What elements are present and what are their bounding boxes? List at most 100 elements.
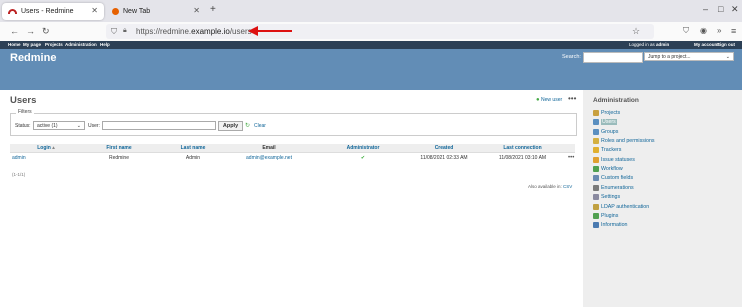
user-email-link[interactable]: admin@example.net: [230, 153, 308, 163]
sidebar-item-roles-and-permissions[interactable]: Roles and permissions: [593, 138, 655, 145]
column-login[interactable]: Login ▴: [10, 144, 82, 153]
tab-new-tab[interactable]: New Tab ✕: [106, 3, 206, 20]
sidebar-item-projects[interactable]: Projects: [593, 110, 620, 116]
logged-in-user-link[interactable]: admin: [656, 42, 669, 47]
chevron-down-icon: ⌄: [725, 54, 730, 60]
projects-icon: [593, 110, 599, 116]
extensions-icon[interactable]: »: [717, 26, 721, 35]
apply-button[interactable]: Apply: [218, 121, 243, 131]
sidebar-item-custom-fields[interactable]: Custom fields: [593, 175, 633, 182]
sidebar-item-enumerations[interactable]: Enumerations: [593, 184, 634, 191]
app-title: Redmine: [10, 52, 57, 64]
close-window-icon[interactable]: ✕: [731, 4, 739, 15]
csv-export-link[interactable]: CSV: [563, 184, 572, 189]
my-account-link[interactable]: My account: [694, 42, 719, 47]
forward-icon[interactable]: →: [26, 26, 35, 36]
menu-icon[interactable]: ≡: [731, 26, 736, 36]
tab-title: New Tab: [123, 8, 151, 15]
url-text: https://redmine.example.io/users: [136, 27, 252, 36]
sidebar-item-settings[interactable]: Settings: [593, 194, 620, 201]
sidebar-item-groups[interactable]: Groups: [593, 128, 618, 135]
filters-legend[interactable]: Filters: [16, 109, 34, 115]
jump-to-project-select[interactable]: Jump to a project... ⌄: [644, 52, 734, 61]
issue-statuses-icon: [593, 156, 599, 163]
sidebar-item-label: Issue statuses: [601, 156, 635, 163]
reload-icon[interactable]: ↻: [42, 26, 50, 37]
logged-in-label: Logged in as admin: [629, 42, 670, 47]
reload-icon: ↻: [245, 123, 251, 129]
user-created: 11/08/2021 02:33 AM: [420, 154, 468, 161]
row-actions-icon[interactable]: •••: [568, 155, 574, 161]
custom-fields-icon: [593, 175, 599, 182]
user-filter-input[interactable]: [102, 121, 216, 130]
chevron-down-icon: ⌄: [76, 123, 81, 129]
column-last-connection[interactable]: Last connection: [470, 144, 575, 153]
maximize-icon[interactable]: □: [718, 4, 723, 14]
user-first-name: Redmine: [108, 154, 129, 161]
topmenu-projects[interactable]: Projects: [45, 42, 63, 47]
user-last-connection: 11/08/2021 03:10 AM: [498, 154, 547, 161]
tab-users-redmine[interactable]: Users - Redmine ✕: [2, 3, 104, 20]
sidebar-item-label: Users: [601, 119, 617, 126]
column-last-name[interactable]: Last name: [156, 144, 230, 153]
topmenu-administration[interactable]: Administration: [65, 42, 97, 47]
user-last-name: Admin: [185, 154, 201, 161]
users-icon: [593, 119, 599, 126]
groups-icon: [593, 128, 599, 135]
status-label: Status:: [15, 123, 31, 129]
sidebar-item-label: Workflow: [601, 166, 623, 173]
sidebar-item-label: LDAP authentication: [601, 203, 650, 210]
pocket-icon[interactable]: ⛉: [683, 26, 689, 36]
sign-out-link[interactable]: Sign out: [717, 42, 735, 47]
page-title: Users: [10, 95, 37, 106]
also-available: Also available in: CSV: [528, 184, 573, 189]
sidebar-item-label: Plugins: [601, 212, 619, 219]
more-actions-icon[interactable]: •••: [568, 94, 576, 103]
clear-link[interactable]: Clear: [254, 123, 266, 129]
enumerations-icon: [593, 184, 599, 191]
topmenu-my-page[interactable]: My page: [23, 42, 41, 47]
user-login-link[interactable]: admin: [10, 153, 82, 163]
table-row: admin Redmine Admin admin@example.net ✔ …: [10, 153, 575, 163]
users-table: Login ▴ First name Last name Email Admin…: [10, 144, 575, 162]
sidebar-item-label: Enumerations: [601, 184, 634, 191]
sidebar-item-users[interactable]: Users: [593, 119, 617, 126]
back-icon[interactable]: ←: [10, 26, 19, 36]
new-user-link[interactable]: ● New user: [536, 97, 562, 103]
redmine-top-menu: Home My page Projects Administration Hel…: [0, 41, 742, 49]
add-icon: ●: [536, 97, 540, 103]
ldap-icon: [593, 203, 599, 210]
bookmark-star-icon[interactable]: ☆: [632, 26, 640, 37]
url-bar[interactable]: ⛉ 🔒︎ https://redmine.example.io/users ☆: [106, 24, 654, 39]
sidebar-item-plugins[interactable]: Plugins: [593, 212, 619, 219]
sidebar-item-trackers[interactable]: Trackers: [593, 147, 621, 154]
column-email[interactable]: Email: [230, 144, 308, 153]
sidebar-item-information[interactable]: Information: [593, 222, 628, 229]
close-tab-icon[interactable]: ✕: [91, 6, 98, 15]
redmine-favicon-icon: [8, 9, 17, 14]
information-icon: [593, 222, 599, 229]
table-header-row: Login ▴ First name Last name Email Admin…: [10, 144, 575, 153]
minimize-icon[interactable]: –: [703, 4, 708, 14]
administrator-check-icon: ✔: [360, 154, 366, 161]
shield-icon: ⛉: [111, 27, 117, 36]
column-first-name[interactable]: First name: [82, 144, 156, 153]
sort-icon: ▴: [52, 145, 55, 151]
search-input[interactable]: [583, 52, 643, 63]
account-icon[interactable]: ◉: [700, 26, 707, 35]
sidebar-item-workflow[interactable]: Workflow: [593, 166, 623, 173]
column-administrator[interactable]: Administrator: [308, 144, 418, 153]
sidebar-item-issue-statuses[interactable]: Issue statuses: [593, 156, 635, 163]
column-created[interactable]: Created: [418, 144, 470, 153]
new-tab-icon[interactable]: +: [210, 4, 216, 15]
sidebar-item-ldap-authentication[interactable]: LDAP authentication: [593, 203, 650, 210]
topmenu-help[interactable]: Help: [100, 42, 110, 47]
trackers-icon: [593, 147, 599, 154]
browser-nav-bar: ← → ↻ ⛉ 🔒︎ https://redmine.example.io/us…: [0, 22, 742, 42]
search-label: Search:: [562, 54, 581, 60]
sidebar-item-label: Information: [601, 222, 628, 229]
sidebar-item-label: Roles and permissions: [601, 138, 655, 145]
close-tab-icon[interactable]: ✕: [193, 6, 200, 15]
topmenu-home[interactable]: Home: [8, 42, 21, 47]
status-select[interactable]: active (1) ⌄: [33, 121, 85, 130]
